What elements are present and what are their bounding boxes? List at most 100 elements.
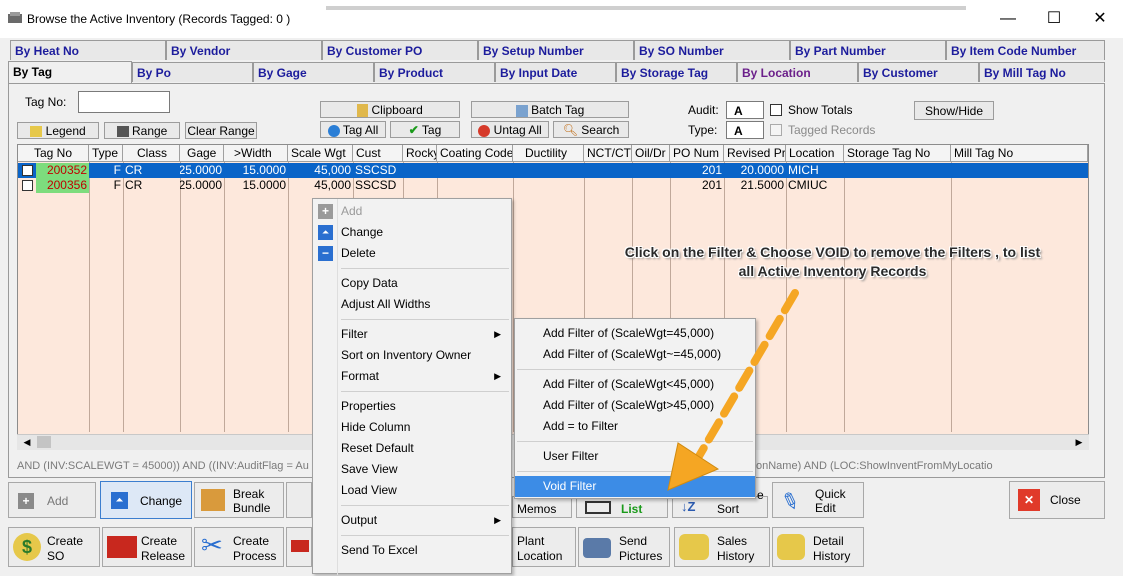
type-cell: F — [113, 178, 121, 192]
row-checkbox[interactable] — [22, 180, 33, 191]
audit-spinner[interactable]: A — [726, 101, 764, 119]
tab-by-so-number[interactable]: By SO Number — [634, 40, 790, 60]
tab-by-po[interactable]: By Po — [132, 62, 253, 82]
tab-by-tag[interactable]: By Tag — [8, 61, 132, 84]
tab-by-vendor[interactable]: By Vendor — [166, 40, 322, 60]
range-button[interactable]: Range — [104, 122, 180, 139]
col-header-scale-wgt[interactable]: Scale Wgt — [288, 145, 353, 162]
col-header-mill-tag-no[interactable]: Mill Tag No — [951, 145, 1088, 162]
col-header-ductility[interactable]: Ductility — [513, 145, 584, 162]
menu-item-format[interactable]: Format ▶ — [313, 366, 511, 387]
col-header-oil-dr[interactable]: Oil/Dr — [632, 145, 670, 162]
col-header-location[interactable]: Location — [786, 145, 844, 162]
maximize-button[interactable]: ☐ — [1031, 8, 1077, 30]
break-bundle-button[interactable]: Break Bundle — [194, 482, 284, 518]
menu-item-load-view[interactable]: Load View — [313, 480, 511, 501]
col-header-width[interactable]: >Width — [224, 145, 288, 162]
close-window-button[interactable]: ✕ — [1077, 8, 1123, 30]
partial-button[interactable] — [286, 482, 312, 518]
show-totals-checkbox[interactable] — [770, 104, 782, 116]
scroll-left-icon[interactable]: ◀ — [19, 435, 35, 449]
col-header-storage-tag-no[interactable]: Storage Tag No — [844, 145, 951, 162]
tag-button[interactable]: ✔ Tag — [390, 121, 460, 138]
scroll-right-icon[interactable]: ▶ — [1071, 435, 1087, 449]
col-header-class[interactable]: Class — [123, 145, 180, 162]
menu-item-output[interactable]: Output ▶ — [313, 510, 511, 531]
tab-by-input-date[interactable]: By Input Date — [495, 62, 616, 82]
partial-button-2[interactable] — [286, 527, 312, 567]
filter-expression: AND (INV:SCALEWGT = 45000)) AND ((INV:Au… — [17, 460, 309, 472]
col-header-type[interactable]: Type — [89, 145, 123, 162]
legend-label: Legend — [45, 124, 86, 138]
tab-by-customer[interactable]: By Customer — [858, 62, 979, 82]
tab-by-heat-no[interactable]: By Heat No — [10, 40, 166, 60]
menu-item-sort-owner[interactable]: Sort on Inventory Owner — [313, 345, 511, 366]
menu-item-reset-default[interactable]: Reset Default — [313, 438, 511, 459]
create-process-button[interactable]: ✂ Create Process — [194, 527, 284, 567]
coins-icon — [777, 534, 805, 560]
menu-item-properties[interactable]: Properties — [313, 396, 511, 417]
type-spinner[interactable]: A — [726, 121, 764, 139]
menu-item-change[interactable]: ⏶ Change — [313, 222, 511, 243]
clear-range-button[interactable]: Clear Range — [185, 122, 257, 139]
row-checkbox[interactable] — [22, 165, 33, 176]
create-process-label-2: Process — [233, 549, 277, 563]
memos-button[interactable]: Memos — [512, 496, 572, 518]
truck-icon — [107, 536, 137, 558]
tab-by-product[interactable]: By Product — [374, 62, 495, 82]
tab-by-item-code-number[interactable]: By Item Code Number — [946, 40, 1105, 60]
col-header-nct-ct[interactable]: NCT/CT — [584, 145, 632, 162]
menu-item-save-view[interactable]: Save View — [313, 459, 511, 480]
tag-all-button[interactable]: Tag All — [320, 121, 386, 138]
add-button[interactable]: + Add — [8, 482, 96, 518]
bundle-label: Bundle — [233, 501, 271, 515]
tab-by-storage-tag[interactable]: By Storage Tag — [616, 62, 737, 82]
detail-history-button[interactable]: Detail History — [772, 527, 864, 567]
create-release-button[interactable]: Create Release — [102, 527, 192, 567]
tab-by-location[interactable]: By Location — [737, 62, 858, 82]
menu-item-delete[interactable]: − Delete — [313, 243, 511, 264]
menu-item-adjust-all-widths[interactable]: Adjust All Widths — [313, 294, 511, 315]
col-header-rocky[interactable]: Rocky — [403, 145, 437, 162]
menu-item-filter[interactable]: Filter ▶ — [313, 324, 511, 345]
col-header-tag-no[interactable]: Tag No — [18, 145, 89, 162]
tab-by-customer-po[interactable]: By Customer PO — [322, 40, 478, 60]
tag-no-cell: 200352 — [36, 163, 89, 178]
menu-item-hide-column[interactable]: Hide Column — [313, 417, 511, 438]
plant-location-button[interactable]: Plant Location — [512, 527, 576, 567]
tab-by-part-number[interactable]: By Part Number — [790, 40, 946, 60]
sales-history-button[interactable]: Sales History — [674, 527, 770, 567]
close-button[interactable]: ✕ Close — [1009, 481, 1105, 519]
col-header-po-num[interactable]: PO Num — [670, 145, 724, 162]
col-header-revised-price[interactable]: Revised Pri — [724, 145, 786, 162]
tagged-records-checkbox[interactable] — [770, 124, 782, 136]
tab-by-gage[interactable]: By Gage — [253, 62, 374, 82]
tab-by-mill-tag-no[interactable]: By Mill Tag No — [979, 62, 1105, 82]
send-pictures-button[interactable]: Send Pictures — [578, 527, 670, 567]
tab-by-setup-number[interactable]: By Setup Number — [478, 40, 634, 60]
search-button[interactable]: 🔍︎ Search — [553, 121, 629, 138]
pictures-label: Pictures — [619, 549, 663, 563]
col-header-coating-code[interactable]: Coating Code — [437, 145, 513, 162]
create-so-button[interactable]: $ Create SO — [8, 527, 100, 567]
change-button[interactable]: ⏶ Change — [100, 481, 192, 519]
clipboard-button[interactable]: Clipboard — [320, 101, 460, 118]
minimize-button[interactable]: — — [985, 8, 1031, 30]
col-header-cust[interactable]: Cust — [353, 145, 403, 162]
show-hide-button[interactable]: Show/Hide — [914, 101, 994, 120]
menu-item-send-to-excel[interactable]: Send To Excel — [313, 540, 511, 561]
tag-no-input[interactable] — [78, 91, 170, 113]
menu-item-add[interactable]: + Add — [313, 201, 511, 222]
camera-icon — [583, 538, 611, 558]
legend-button[interactable]: Legend — [17, 122, 99, 139]
location-label: Location — [517, 549, 563, 563]
batch-tag-button[interactable]: Batch Tag — [471, 101, 629, 118]
app-icon — [8, 12, 22, 23]
menu-item-copy-data[interactable]: Copy Data — [313, 273, 511, 294]
scroll-thumb[interactable] — [37, 436, 51, 448]
col-header-gage[interactable]: Gage — [180, 145, 224, 162]
po-num-cell: 201 — [701, 178, 722, 192]
title-drag-bar[interactable] — [326, 6, 966, 10]
untag-all-button[interactable]: Untag All — [471, 121, 549, 138]
create-release-label-1: Create — [141, 534, 178, 548]
